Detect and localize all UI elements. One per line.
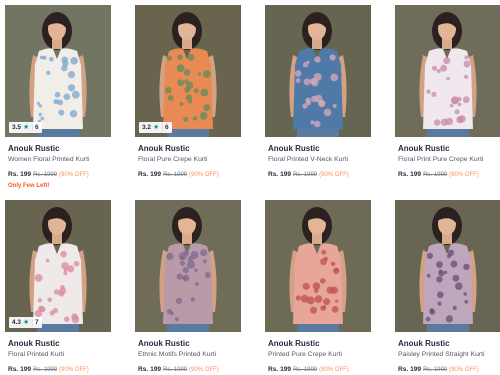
price-mrp: Rs. 1999 [423,367,448,373]
price-current: Rs. 199 [398,366,422,373]
product-price: Rs. 199 Rs. 1999 (90% OFF) [268,170,371,180]
product-image[interactable] [265,200,371,332]
price-mrp: Rs. 1999 [33,367,58,373]
product-info: Anouk Rustic Printed Pure Crepe Kurti Rs. … [265,339,371,375]
product-info: Anouk Rustic Ethnic Motifs Printed Kurti R… [135,339,241,375]
price-mrp: Rs. 1999 [33,172,58,178]
star-icon: ★ [23,124,30,131]
rating-badge: 3.2 ★ | 6 [139,122,172,133]
rating-divider: | [161,124,164,131]
rating-value: 3.2 [142,124,152,131]
rating-divider: | [31,124,34,131]
product-info: Anouk Rustic Paisley Printed Straight Kur… [395,339,500,375]
product-brand: Anouk Rustic [398,144,450,153]
product-image[interactable] [395,200,500,332]
product-image[interactable] [395,5,500,137]
price-current: Rs. 199 [268,171,292,178]
product-photo [265,5,371,137]
star-icon: ★ [23,319,30,326]
product-name: Floral Printed V-Neck Kurti [268,156,349,163]
product-price: Rs. 199 Rs. 1999 (90% OFF) [398,170,500,180]
product-brand: Anouk Rustic [8,144,60,153]
product-photo [265,200,371,332]
price-discount: (90% OFF) [319,172,349,178]
product-image[interactable]: 3.5 ★ | 6 [5,5,111,137]
rating-count: 6 [35,124,39,131]
price-current: Rs. 199 [268,366,292,373]
product-name: Floral Pure Crepe Kurti [138,156,208,163]
product-photo [135,200,241,332]
product-brand: Anouk Rustic [8,339,60,348]
product-photo [395,5,500,137]
star-icon: ★ [153,124,160,131]
product-brand: Anouk Rustic [138,339,190,348]
rating-value: 4.3 [12,319,22,326]
product-name: Ethnic Motifs Printed Kurti [138,351,217,358]
product-info: Anouk Rustic Floral Pure Crepe Kurti Rs. 1… [135,144,241,180]
product-photo [5,200,111,332]
product-price: Rs. 199 Rs. 1999 (90% OFF) [138,365,241,375]
product-image[interactable] [265,5,371,137]
product-card[interactable]: Anouk Rustic Printed Pure Crepe Kurti Rs. … [265,200,371,375]
product-name: Printed Pure Crepe Kurti [268,351,343,358]
product-name: Floral Print Pure Crepe Kurti [398,156,484,163]
price-discount: (90% OFF) [59,367,89,373]
product-name: Women Floral Printed Kurti [8,156,90,163]
product-price: Rs. 199 Rs. 1999 (90% OFF) [8,365,111,375]
product-info: Anouk Rustic Floral Print Pure Crepe Kurt… [395,144,500,180]
product-photo [5,5,111,137]
product-brand: Anouk Rustic [398,339,450,348]
price-mrp: Rs. 1999 [423,172,448,178]
rating-badge: 3.5 ★ | 6 [9,122,42,133]
price-current: Rs. 199 [138,171,162,178]
product-card[interactable]: 3.5 ★ | 6 Anouk Rustic Women Floral Printed K… [5,5,111,189]
rating-badge: 4.3 ★ | 7 [9,317,42,328]
price-mrp: Rs. 1999 [293,367,318,373]
product-card[interactable]: Anouk Rustic Ethnic Motifs Printed Kurti R… [135,200,241,375]
price-discount: (90% OFF) [449,367,479,373]
product-grid: 3.5 ★ | 6 Anouk Rustic Women Floral Printed K… [0,0,500,373]
product-name: Floral Printed Kurti [8,351,65,358]
price-current: Rs. 199 [398,171,422,178]
product-info: Anouk Rustic Floral Printed V-Neck Kurti R… [265,144,371,180]
price-discount: (90% OFF) [189,172,219,178]
product-price: Rs. 199 Rs. 1999 (90% OFF) [138,170,241,180]
price-discount: (90% OFF) [319,367,349,373]
product-brand: Anouk Rustic [268,339,320,348]
product-price: Rs. 199 Rs. 1999 (90% OFF) [398,365,500,375]
product-info: Anouk Rustic Women Floral Printed Kurti Rs… [5,144,111,189]
price-mrp: Rs. 1999 [293,172,318,178]
rating-count: 7 [35,319,39,326]
product-brand: Anouk Rustic [268,144,320,153]
product-brand: Anouk Rustic [138,144,190,153]
rating-value: 3.5 [12,124,22,131]
price-discount: (90% OFF) [189,367,219,373]
product-name: Paisley Printed Straight Kurti [398,351,485,358]
stock-badge: Only Few Left! [8,183,50,189]
price-discount: (90% OFF) [59,172,89,178]
price-mrp: Rs. 1999 [163,367,188,373]
product-photo [395,200,500,332]
product-price: Rs. 199 Rs. 1999 (90% OFF) [8,170,111,180]
price-mrp: Rs. 1999 [163,172,188,178]
product-card[interactable]: Anouk Rustic Floral Print Pure Crepe Kurt… [395,5,500,180]
product-card[interactable]: Anouk Rustic Paisley Printed Straight Kur… [395,200,500,375]
rating-count: 6 [165,124,169,131]
product-image[interactable] [135,200,241,332]
product-card[interactable]: 4.3 ★ | 7 Anouk Rustic Floral Printed Kurti Rs… [5,200,111,375]
product-card[interactable]: Anouk Rustic Floral Printed V-Neck Kurti R… [265,5,371,180]
price-current: Rs. 199 [8,366,32,373]
product-price: Rs. 199 Rs. 1999 (90% OFF) [268,365,371,375]
product-info: Anouk Rustic Floral Printed Kurti Rs. 199 R… [5,339,111,375]
product-card[interactable]: 3.2 ★ | 6 Anouk Rustic Floral Pure Crepe Kurt… [135,5,241,180]
price-current: Rs. 199 [8,171,32,178]
product-photo [135,5,241,137]
rating-divider: | [31,319,34,326]
price-discount: (90% OFF) [449,172,479,178]
price-current: Rs. 199 [138,366,162,373]
product-image[interactable]: 4.3 ★ | 7 [5,200,111,332]
product-image[interactable]: 3.2 ★ | 6 [135,5,241,137]
